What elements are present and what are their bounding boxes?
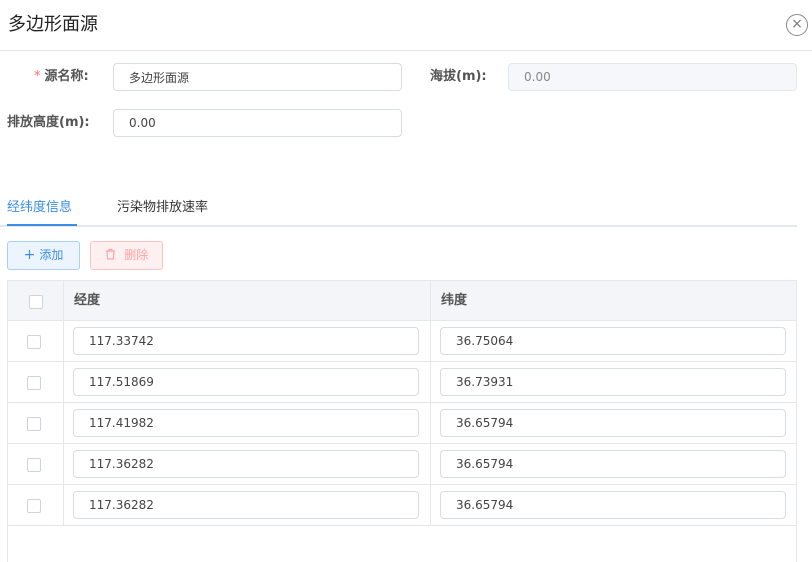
longitude-input[interactable] bbox=[73, 327, 419, 355]
emission-height-label: 排放高度(m): bbox=[7, 115, 90, 130]
table-row bbox=[8, 362, 796, 403]
dialog-title: 多边形面源 bbox=[8, 14, 98, 35]
column-header-longitude: 经度 bbox=[74, 293, 101, 308]
active-tab-indicator bbox=[7, 224, 77, 226]
altitude-label: 海拔(m): bbox=[430, 69, 487, 84]
table-row bbox=[8, 444, 796, 485]
latitude-input[interactable] bbox=[440, 327, 786, 355]
close-icon[interactable]: × bbox=[786, 14, 808, 36]
coordinates-table: 经度 纬度 bbox=[7, 280, 797, 562]
row-checkbox[interactable] bbox=[27, 499, 41, 513]
row-checkbox[interactable] bbox=[27, 335, 41, 349]
source-name-input[interactable] bbox=[113, 63, 402, 91]
table-row bbox=[8, 403, 796, 444]
row-checkbox[interactable] bbox=[27, 417, 41, 431]
row-checkbox[interactable] bbox=[27, 458, 41, 472]
add-button[interactable]: + 添加 bbox=[7, 241, 80, 270]
source-name-label: * 源名称: bbox=[34, 69, 89, 84]
latitude-input[interactable] bbox=[440, 450, 786, 478]
table-row bbox=[8, 485, 796, 526]
row-checkbox[interactable] bbox=[27, 376, 41, 390]
required-mark: * bbox=[34, 69, 41, 84]
longitude-input[interactable] bbox=[73, 491, 419, 519]
column-header-latitude: 纬度 bbox=[441, 293, 468, 308]
tab-coordinates[interactable]: 经纬度信息 bbox=[7, 199, 72, 217]
longitude-input[interactable] bbox=[73, 409, 419, 437]
select-all-checkbox[interactable] bbox=[29, 295, 43, 309]
tab-bar: 经纬度信息 污染物排放速率 bbox=[0, 195, 797, 227]
latitude-input[interactable] bbox=[440, 491, 786, 519]
tab-emission-rate[interactable]: 污染物排放速率 bbox=[117, 199, 208, 217]
longitude-input[interactable] bbox=[73, 450, 419, 478]
table-row bbox=[8, 321, 796, 362]
table-header: 经度 纬度 bbox=[8, 281, 796, 321]
delete-button[interactable]: 删除 bbox=[90, 241, 163, 270]
emission-height-input[interactable] bbox=[113, 109, 402, 137]
longitude-input[interactable] bbox=[73, 368, 419, 396]
plus-icon: + bbox=[23, 247, 36, 263]
latitude-input[interactable] bbox=[440, 368, 786, 396]
latitude-input[interactable] bbox=[440, 409, 786, 437]
dialog-header: 多边形面源 × bbox=[0, 0, 812, 51]
altitude-input bbox=[508, 63, 797, 91]
trash-icon bbox=[105, 247, 120, 263]
